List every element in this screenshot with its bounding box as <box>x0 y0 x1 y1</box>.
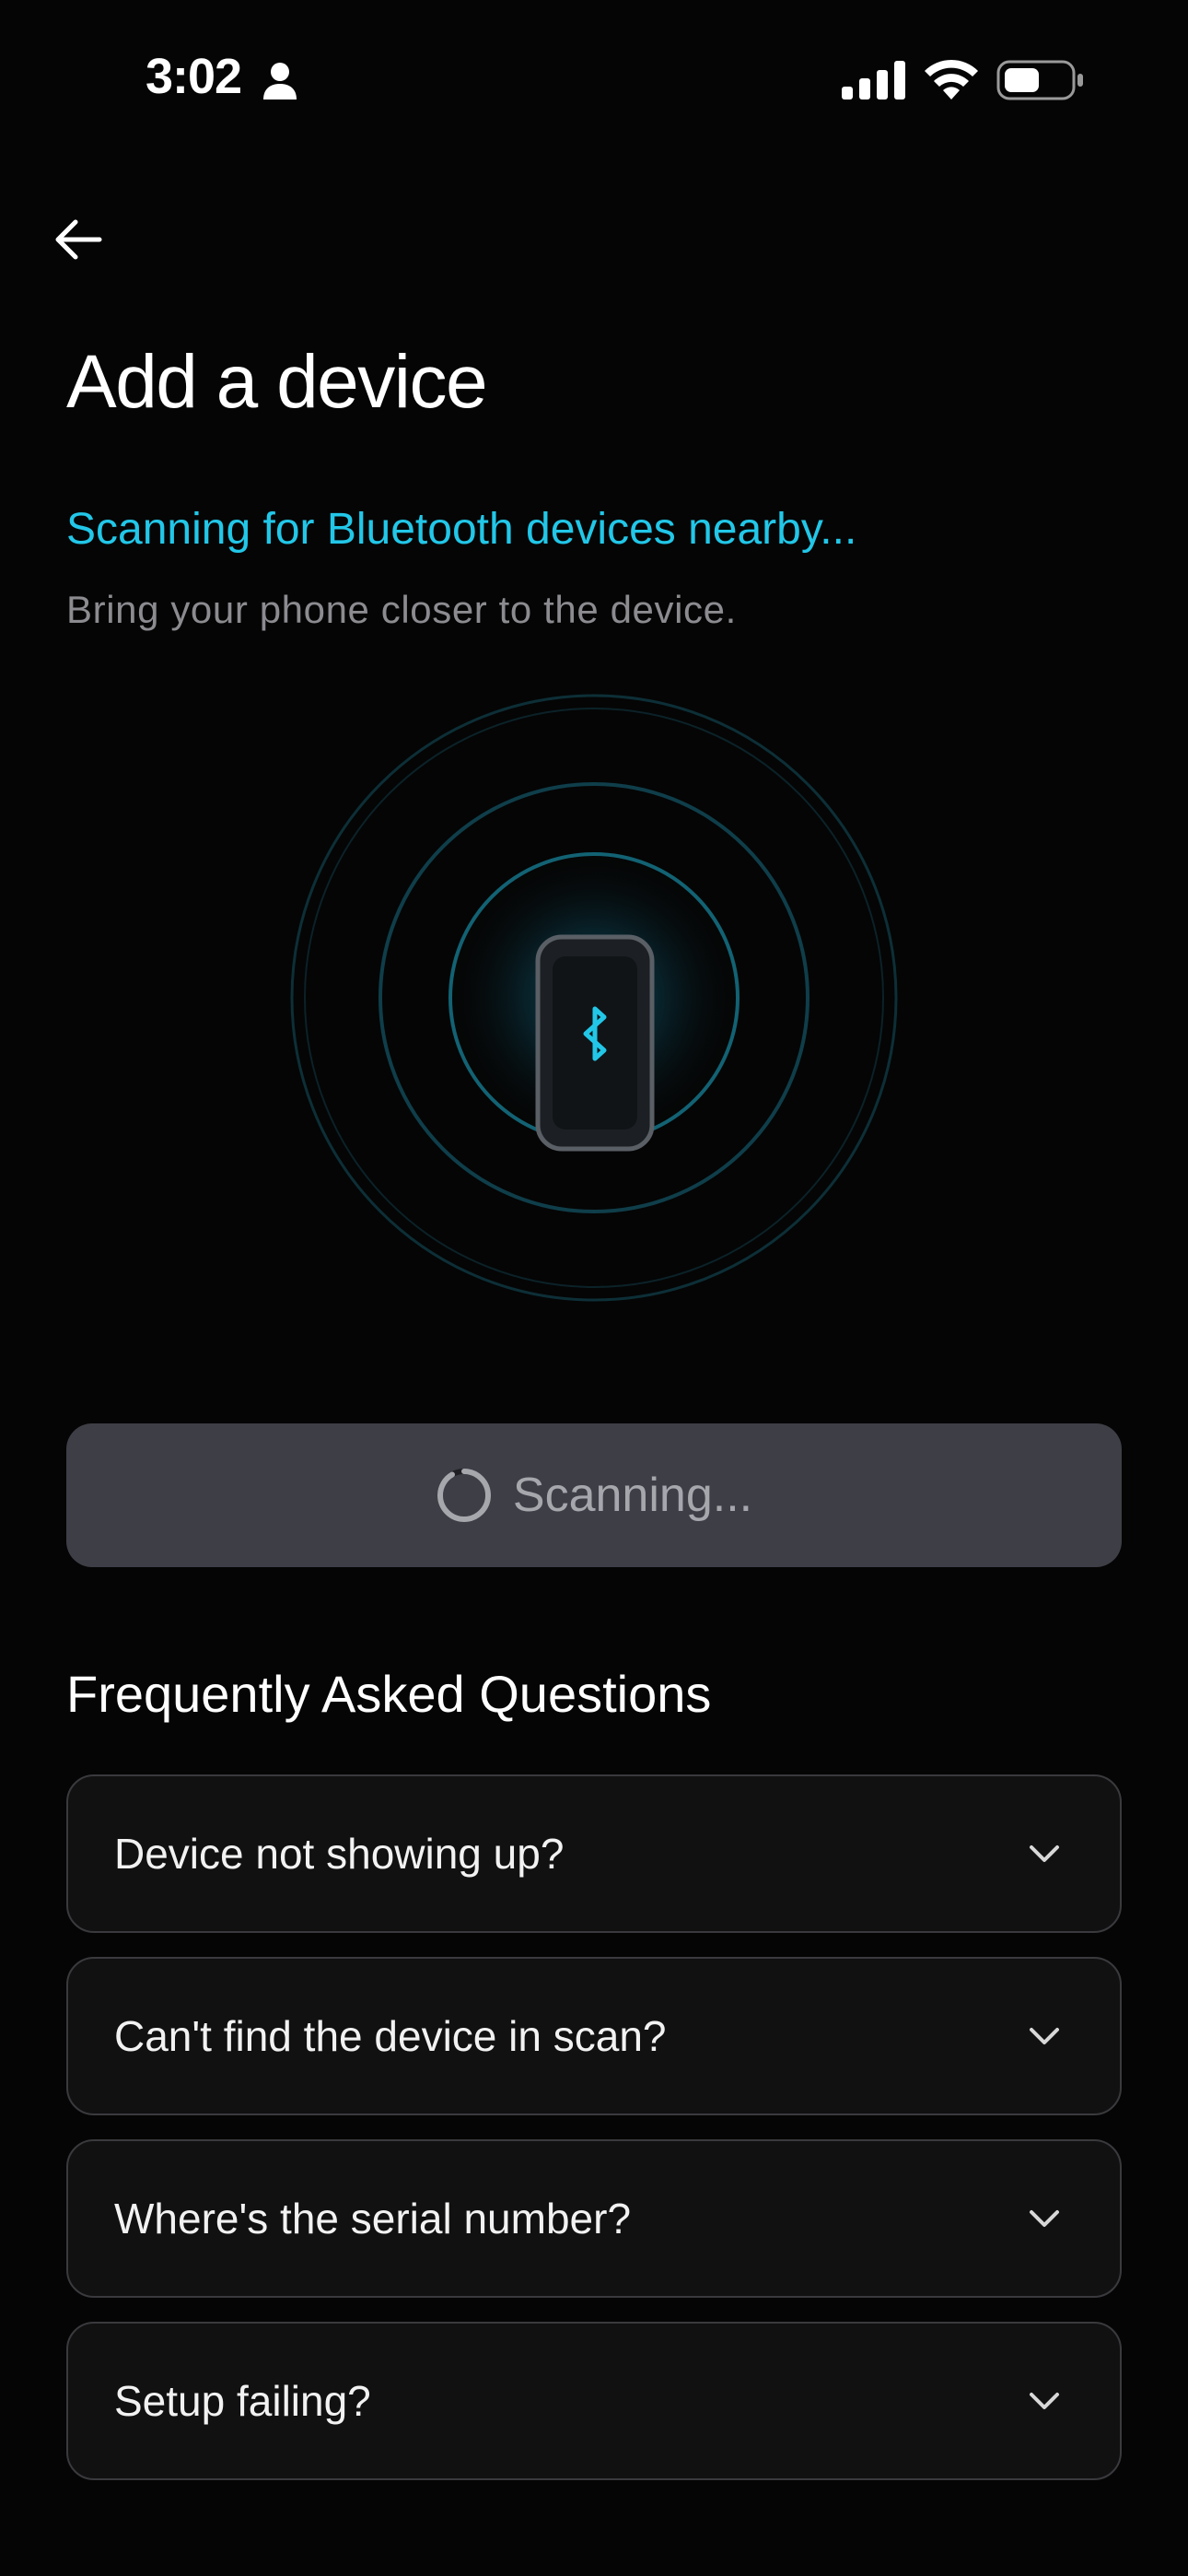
faq-list: Device not showing up? Can't find the de… <box>66 1774 1122 2504</box>
faq-item-setup-failing[interactable]: Setup failing? <box>66 2322 1122 2480</box>
scan-hint-text: Bring your phone closer to the device. <box>66 588 737 631</box>
person-icon <box>263 63 297 100</box>
arrow-left-icon <box>55 219 102 260</box>
scanning-button[interactable]: Scanning... <box>66 1423 1122 1567</box>
battery-icon <box>996 60 1083 100</box>
faq-item-cant-find-device[interactable]: Can't find the device in scan? <box>66 1957 1122 2115</box>
status-time: 3:02 <box>146 49 242 104</box>
page-title: Add a device <box>66 340 488 424</box>
faq-item-device-not-showing[interactable]: Device not showing up? <box>66 1774 1122 1933</box>
bluetooth-scan-illustration <box>290 694 898 1302</box>
status-bar: 3:02 <box>0 0 1188 157</box>
chevron-down-icon <box>1030 2028 1059 2044</box>
faq-heading: Frequently Asked Questions <box>66 1665 712 1723</box>
faq-question: Where's the serial number? <box>114 2195 632 2242</box>
faq-item-serial-number[interactable]: Where's the serial number? <box>66 2139 1122 2298</box>
chevron-down-icon <box>1030 2210 1059 2227</box>
chevron-down-icon <box>1030 2393 1059 2409</box>
scan-status-text: Scanning for Bluetooth devices nearby... <box>66 505 857 554</box>
faq-question: Device not showing up? <box>114 1830 565 1878</box>
chevron-down-icon <box>1030 1845 1059 1862</box>
faq-question: Setup failing? <box>114 2377 371 2425</box>
loading-spinner-icon <box>437 1469 491 1523</box>
back-button[interactable] <box>46 207 111 272</box>
faq-question: Can't find the device in scan? <box>114 2012 667 2060</box>
cellular-signal-icon <box>842 61 905 100</box>
wifi-icon <box>925 59 978 100</box>
scanning-button-label: Scanning... <box>512 1469 753 1522</box>
